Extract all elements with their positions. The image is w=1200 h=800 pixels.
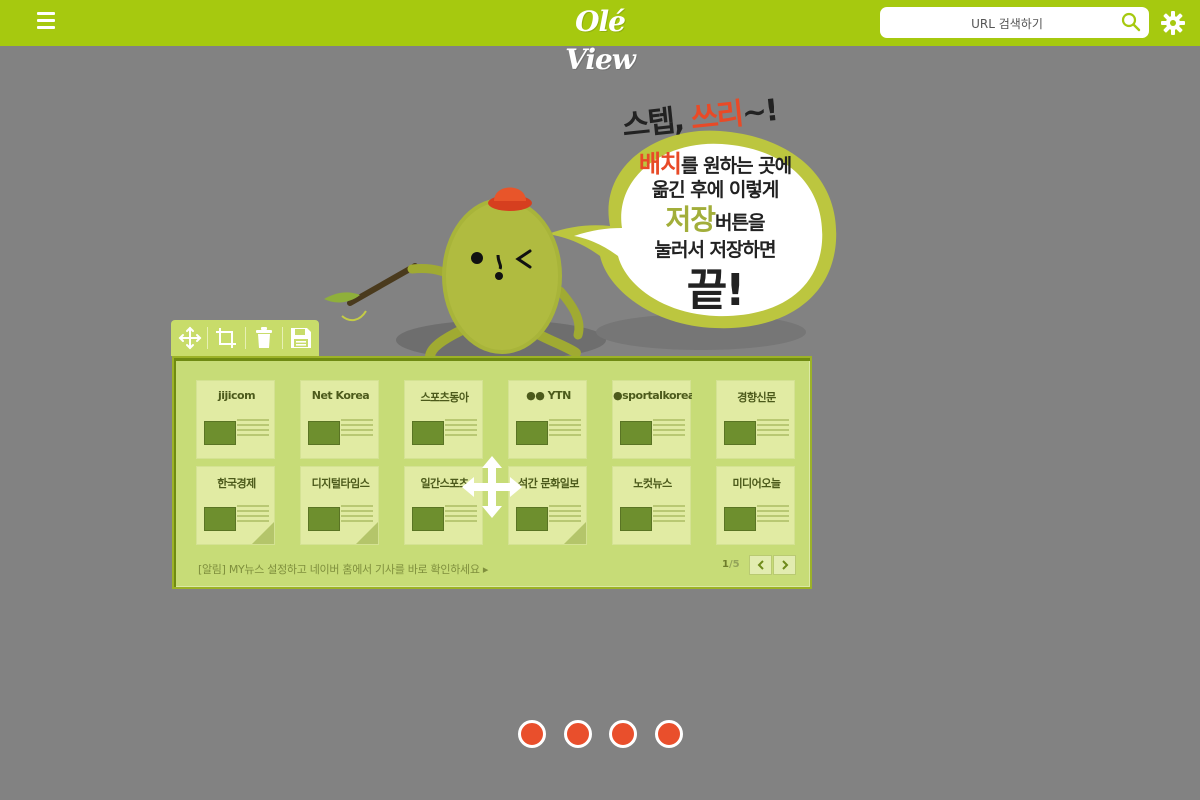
save-icon[interactable] [286, 324, 316, 352]
bubble-line-3: 저장버튼을 [600, 206, 830, 235]
news-thumbnail [724, 421, 756, 445]
news-card-label: 한국경제 [217, 477, 256, 490]
news-thumbnail [308, 421, 340, 445]
olive-character [324, 187, 584, 362]
news-card-label: 스포츠동아 [420, 391, 469, 404]
bubble-final: 끝! [686, 265, 746, 316]
news-card-label: jijicom [217, 389, 256, 402]
chevron-right-icon [781, 560, 788, 570]
page-indicator: 1/5 [722, 559, 740, 570]
news-text-lines [757, 505, 789, 525]
news-card[interactable]: Net Korea [300, 380, 379, 459]
search-box [880, 7, 1149, 40]
bubble-line-3-highlight: 저장 [665, 203, 717, 236]
news-card[interactable]: ●sportalkorea [612, 380, 692, 459]
tool-divider [245, 327, 246, 349]
news-card[interactable]: ●● YTN [508, 380, 587, 459]
bubble-line-1-highlight: 배치 [638, 150, 682, 178]
news-card[interactable]: jijicom [196, 380, 275, 459]
news-text-lines [237, 419, 269, 439]
notice-link[interactable]: [알림] MY뉴스 설정하고 네이버 홈에서 기사를 바로 확인하세요 ▸ [198, 561, 488, 577]
news-card[interactable]: 미디어오늘 [716, 466, 795, 545]
logo[interactable]: Olé View [540, 3, 660, 76]
news-card-label: Net Korea [311, 389, 370, 402]
news-card-label: 디지털타임스 [311, 477, 370, 490]
news-text-lines [757, 419, 789, 439]
card-fold-corner [564, 522, 586, 544]
news-text-lines [653, 505, 685, 525]
bubble-title: 스텝, 쓰리~! [620, 92, 779, 145]
news-text-lines [341, 419, 373, 439]
pager-dot-1[interactable] [518, 720, 546, 748]
news-text-lines [549, 419, 581, 439]
crop-icon[interactable] [211, 324, 241, 352]
move-icon[interactable] [175, 324, 205, 352]
trash-icon[interactable] [249, 324, 279, 352]
widget-toolbar [171, 320, 319, 356]
bubble-title-c: ~! [740, 92, 779, 132]
prev-page-button[interactable] [749, 555, 772, 575]
news-thumbnail [724, 507, 756, 531]
news-thumbnail [620, 507, 652, 531]
bubble-title-a: 스텝, [620, 101, 693, 145]
bubble-line-1-text: 를 원하는 곳에 [681, 155, 792, 177]
bubble-line-1: 배치를 원하는 곳에 [600, 152, 830, 178]
tool-divider [207, 327, 208, 349]
tool-divider [282, 327, 283, 349]
news-card[interactable]: 스포츠동아 [404, 380, 483, 459]
page-current: 1 [722, 559, 729, 570]
news-card-label: 미디어오늘 [732, 477, 781, 490]
card-fold-corner [356, 522, 378, 544]
bubble-title-b: 쓰리 [689, 96, 744, 137]
news-card-label: 노컷뉴스 [633, 477, 672, 490]
page-total: /5 [728, 559, 740, 570]
news-text-lines [653, 419, 685, 439]
news-card[interactable]: 경향신문 [716, 380, 795, 459]
top-bar: Olé View [0, 0, 1200, 76]
bubble-line-2: 옮긴 후에 이렇게 [651, 179, 780, 201]
news-card-label: 경향신문 [737, 391, 776, 404]
menu-icon[interactable] [37, 12, 55, 32]
move-cursor-icon [462, 456, 522, 518]
news-card-label: ●sportalkorea [613, 389, 692, 402]
news-thumbnail [204, 421, 236, 445]
card-fold-corner [252, 522, 274, 544]
pager-dot-3[interactable] [609, 720, 637, 748]
news-thumbnail [516, 421, 548, 445]
news-thumbnail [412, 421, 444, 445]
pager-dot-4[interactable] [655, 720, 683, 748]
pager-dot-2[interactable] [564, 720, 592, 748]
bubble-line-4: 눌러서 저장하면 [654, 239, 777, 261]
news-card[interactable]: 노컷뉴스 [612, 466, 691, 545]
chevron-left-icon [757, 560, 764, 570]
gear-icon[interactable] [1161, 11, 1185, 35]
news-thumbnail [620, 421, 652, 445]
news-card-label: ●● YTN [526, 389, 571, 402]
search-input[interactable] [890, 7, 1124, 40]
bubble-line-3-text: 버튼을 [715, 212, 765, 234]
news-card[interactable]: 한국경제 [196, 466, 275, 545]
bubble-text: 스텝, 쓰리~! 배치를 원하는 곳에 옮긴 후에 이렇게 저장버튼을 눌러서 … [600, 92, 830, 336]
news-card[interactable]: 디지털타임스 [300, 466, 379, 545]
next-page-button[interactable] [773, 555, 796, 575]
news-thumbnail [412, 507, 444, 531]
news-thumbnail [308, 507, 340, 531]
search-icon[interactable] [1121, 12, 1141, 32]
news-thumbnail [204, 507, 236, 531]
news-text-lines [445, 419, 477, 439]
